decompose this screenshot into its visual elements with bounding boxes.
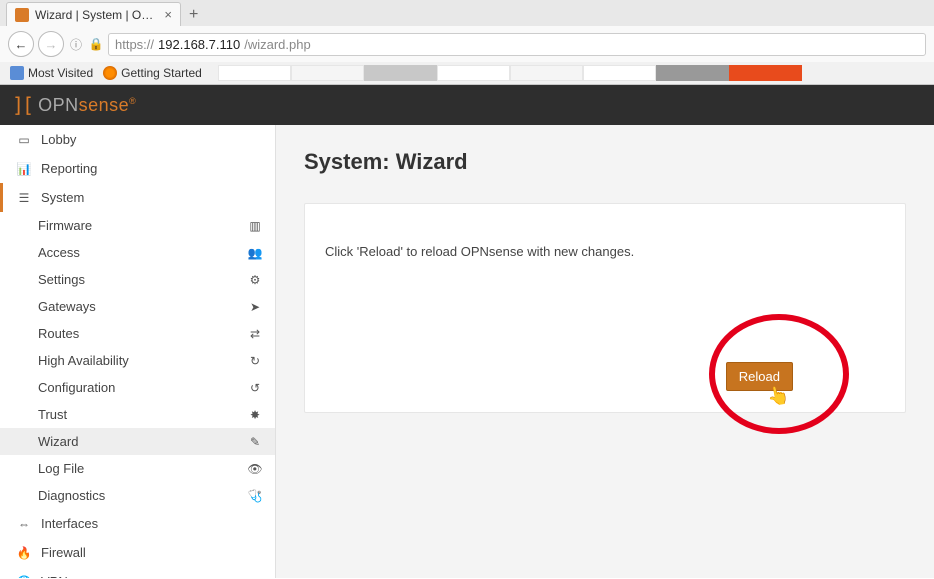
star-icon: ✸ [247, 408, 263, 422]
sidebar-sub-log-file[interactable]: Log File👁 [0, 455, 275, 482]
globe-icon: 🌐 [15, 575, 33, 579]
routes-icon: ⇄ [247, 327, 263, 341]
sidebar-item-firewall[interactable]: 🔥 Firewall [0, 538, 275, 567]
bookmark-getting-started[interactable]: Getting Started [103, 66, 202, 80]
sidebar-label: Interfaces [41, 516, 98, 531]
new-tab-button[interactable]: + [181, 4, 206, 26]
sidebar-sub-diagnostics[interactable]: Diagnostics🩺 [0, 482, 275, 509]
brand-sense: sense [79, 95, 130, 115]
brand-opn: OPN [38, 95, 79, 115]
medkit-icon: 🩺 [247, 489, 263, 503]
sidebar-item-system[interactable]: ☰ System [0, 183, 275, 212]
browser-tab[interactable]: Wizard | System | OPNsens... × [6, 2, 181, 26]
sidebar-item-vpn[interactable]: 🌐 VPN [0, 567, 275, 578]
app-body: ▭ Lobby 📊 Reporting ☰ System Firmware▥ A… [0, 125, 934, 578]
location-icon: ➤ [247, 300, 263, 314]
main-content: System: Wizard Click 'Reload' to reload … [276, 125, 934, 578]
sidebar-sub-gateways[interactable]: Gateways➤ [0, 293, 275, 320]
history-icon: ↺ [247, 381, 263, 395]
sidebar-item-lobby[interactable]: ▭ Lobby [0, 125, 275, 154]
logo-mark-icon: ][ [12, 93, 32, 117]
color-palette [218, 65, 802, 81]
users-icon: 👥 [247, 246, 263, 260]
app-header: ][ OPNsense® [0, 85, 934, 125]
brand-logo[interactable]: ][ OPNsense® [12, 93, 136, 117]
disk-icon: ▥ [247, 219, 263, 233]
bookmark-label: Most Visited [28, 66, 93, 80]
tab-title: Wizard | System | OPNsens... [35, 8, 158, 22]
sidebar-item-reporting[interactable]: 📊 Reporting [0, 154, 275, 183]
magic-icon: ✎ [247, 435, 263, 449]
browser-chrome: Wizard | System | OPNsens... × + ← → ⓘ 🔒… [0, 0, 934, 85]
bookmarks-bar: Most Visited Getting Started [0, 62, 934, 84]
lock-icon: 🔒 [88, 36, 104, 52]
info-icon[interactable]: ⓘ [68, 36, 84, 52]
page-title: System: Wizard [304, 149, 906, 175]
url-bar[interactable]: https:// 192.168.7.110/wizard.php [108, 33, 926, 56]
registered-icon: ® [129, 96, 136, 106]
fire-icon: 🔥 [15, 546, 33, 560]
bookmark-icon [103, 66, 117, 80]
sidebar-sub-configuration[interactable]: Configuration↺ [0, 374, 275, 401]
tab-bar: Wizard | System | OPNsens... × + [0, 0, 934, 26]
forward-button[interactable]: → [38, 31, 64, 57]
eye-icon: 👁 [247, 462, 263, 476]
laptop-icon: ▭ [15, 133, 33, 147]
sidebar-label: VPN [41, 574, 68, 578]
sidebar-sub-high-availability[interactable]: High Availability↻ [0, 347, 275, 374]
wizard-card: Click 'Reload' to reload OPNsense with n… [304, 203, 906, 413]
bookmark-label: Getting Started [121, 66, 202, 80]
close-icon[interactable]: × [164, 7, 172, 22]
sidebar-label: System [41, 190, 84, 205]
nav-toolbar: ← → ⓘ 🔒 https:// 192.168.7.110/wizard.php [0, 26, 934, 62]
sidebar-sub-trust[interactable]: Trust✸ [0, 401, 275, 428]
sidebar-label: Reporting [41, 161, 97, 176]
url-path: /wizard.php [244, 37, 310, 52]
network-icon: ⇔ [15, 517, 33, 531]
wizard-message: Click 'Reload' to reload OPNsense with n… [325, 244, 885, 259]
sidebar-sub-settings[interactable]: Settings⚙ [0, 266, 275, 293]
sidebar-sub-wizard[interactable]: Wizard✎ [0, 428, 275, 455]
sidebar-sub-routes[interactable]: Routes⇄ [0, 320, 275, 347]
url-scheme: https:// [115, 37, 154, 52]
reload-button[interactable]: Reload [726, 362, 793, 391]
sidebar: ▭ Lobby 📊 Reporting ☰ System Firmware▥ A… [0, 125, 276, 578]
bookmark-icon [10, 66, 24, 80]
sidebar-label: Lobby [41, 132, 76, 147]
sliders-icon: ☰ [15, 191, 33, 205]
back-button[interactable]: ← [8, 31, 34, 57]
sidebar-sub-firmware[interactable]: Firmware▥ [0, 212, 275, 239]
sidebar-sub-access[interactable]: Access👥 [0, 239, 275, 266]
refresh-icon: ↻ [247, 354, 263, 368]
gear-icon: ⚙ [247, 273, 263, 287]
sidebar-label: Firewall [41, 545, 86, 560]
sidebar-item-interfaces[interactable]: ⇔ Interfaces [0, 509, 275, 538]
bookmark-most-visited[interactable]: Most Visited [10, 66, 93, 80]
url-host: 192.168.7.110 [158, 37, 240, 52]
tab-favicon [15, 8, 29, 22]
chart-icon: 📊 [15, 162, 33, 176]
